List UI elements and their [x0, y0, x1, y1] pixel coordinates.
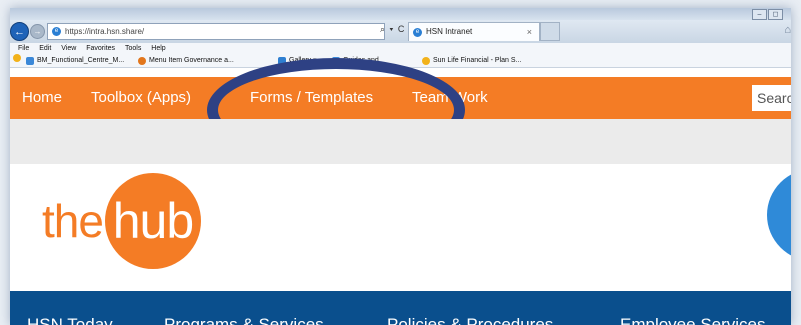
menu-edit[interactable]: Edit: [39, 45, 51, 52]
minimize-button[interactable]: –: [752, 9, 767, 20]
favorite-link[interactable]: Menu Item Governance a...: [138, 54, 234, 67]
menu-help[interactable]: Help: [151, 45, 165, 52]
search-input[interactable]: Search: [752, 85, 791, 111]
nav-programs-services[interactable]: Programs & Services: [164, 315, 324, 325]
decorative-blue-circle: [767, 169, 791, 261]
title-bar: – ◻: [10, 8, 791, 20]
the-hub-logo[interactable]: the hub: [42, 173, 201, 269]
nav-hsn-today[interactable]: HSN Today: [27, 315, 113, 325]
favorite-link[interactable]: BM_Functional_Centre_M...: [26, 54, 124, 67]
menu-view[interactable]: View: [61, 45, 76, 52]
tab-title: HSN Intranet: [426, 27, 473, 36]
logo-prefix: the: [42, 195, 104, 247]
logo-circle-text: hub: [112, 193, 194, 249]
gear-icon: [138, 56, 146, 65]
back-button[interactable]: ←: [10, 22, 29, 41]
nav-employee-services[interactable]: Employee Services: [620, 315, 766, 325]
main-nav-bar: HSN Today Programs & Services Policies &…: [10, 291, 791, 325]
url-text: https://intra.hsn.share/: [65, 27, 145, 36]
nav-home[interactable]: Home: [22, 77, 62, 119]
search-refresh-controls[interactable]: ⌕ ▾ C: [380, 24, 405, 35]
nav-policies-procedures[interactable]: Policies & Procedures: [387, 315, 553, 325]
logo-circle: hub: [104, 173, 201, 269]
ie-page-icon: e: [52, 27, 61, 36]
menu-file[interactable]: File: [18, 45, 29, 52]
arrow-left-icon: ←: [14, 25, 25, 38]
browser-window: – ◻ ← → e https://intra.hsn.share/ ⌕ ▾ C…: [10, 8, 791, 325]
maximize-button[interactable]: ◻: [768, 9, 783, 20]
address-bar[interactable]: e https://intra.hsn.share/: [47, 23, 385, 40]
nav-toolbox-apps[interactable]: Toolbox (Apps): [91, 77, 191, 119]
gray-banner-strip: [10, 119, 791, 164]
menu-bar: File Edit View Favorites Tools Help: [10, 43, 791, 54]
favorite-link[interactable]: Sun Life Financial - Plan S...: [422, 54, 521, 67]
menu-favorites[interactable]: Favorites: [86, 45, 115, 52]
site-header: the hub: [10, 164, 791, 291]
ie-page-icon: e: [413, 27, 422, 37]
favorites-star-icon[interactable]: [13, 54, 24, 62]
close-tab-icon[interactable]: ×: [527, 23, 532, 41]
ie-page-icon: [26, 56, 34, 65]
new-tab-button[interactable]: [540, 22, 560, 41]
arrow-right-icon: →: [33, 27, 42, 36]
address-row: ← → e https://intra.hsn.share/ ⌕ ▾ C e H…: [10, 20, 791, 43]
tab-hsn-intranet[interactable]: e HSN Intranet ×: [408, 22, 540, 41]
forward-button[interactable]: →: [30, 24, 45, 39]
home-icon[interactable]: ⌂: [784, 24, 791, 36]
menu-tools[interactable]: Tools: [125, 45, 141, 52]
sun-icon: [422, 56, 430, 65]
